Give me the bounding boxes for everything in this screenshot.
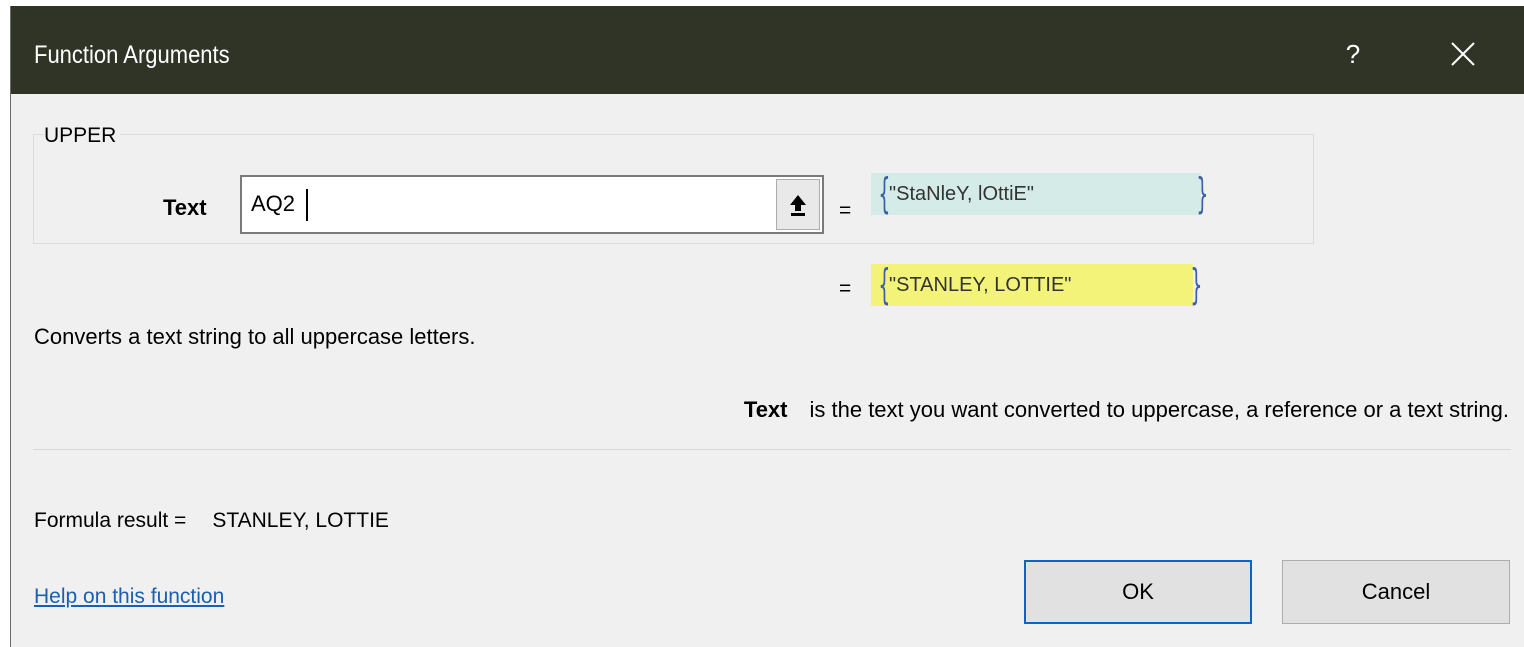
- cancel-button[interactable]: Cancel: [1282, 560, 1510, 624]
- function-name: UPPER: [44, 124, 121, 148]
- help-on-function-link[interactable]: Help on this function: [34, 584, 224, 610]
- function-arguments-dialog: Function Arguments ? UPPER Text = "StaNl…: [10, 6, 1524, 647]
- argument-evaluated-value: "StaNleY, lOttiE": [871, 173, 1201, 215]
- ok-button[interactable]: OK: [1024, 560, 1252, 624]
- dialog-title: Function Arguments: [34, 41, 230, 69]
- argument-evaluated-text: "StaNleY, lOttiE": [889, 183, 1034, 205]
- formula-result-value: STANLEY, LOTTIE: [212, 509, 389, 532]
- argument-help-text: is the text you want converted to upperc…: [809, 397, 1510, 422]
- formula-result: Formula result = STANLEY, LOTTIE: [34, 508, 389, 534]
- result-preview-value: "STANLEY, LOTTIE": [871, 264, 1193, 306]
- close-button[interactable]: [1441, 32, 1485, 76]
- title-bar[interactable]: Function Arguments ?: [11, 6, 1524, 94]
- divider: [33, 449, 1511, 450]
- result-preview-text: "STANLEY, LOTTIE": [889, 274, 1072, 296]
- text-cursor: [306, 189, 308, 221]
- collapse-dialog-icon: [790, 194, 806, 216]
- function-description: Converts a text string to all uppercase …: [34, 324, 476, 349]
- argument-equals-sign: =: [839, 199, 852, 222]
- help-button[interactable]: ?: [1331, 32, 1375, 76]
- argument-help: Text is the text you want converted to up…: [744, 397, 1509, 423]
- formula-result-label: Formula result =: [34, 509, 187, 532]
- argument-label-text: Text: [163, 195, 207, 220]
- argument-field-container: [240, 175, 824, 234]
- text-argument-input[interactable]: [251, 187, 751, 221]
- result-equals-sign: =: [839, 277, 852, 300]
- close-brace: }: [1196, 169, 1209, 218]
- open-brace: {: [878, 169, 891, 218]
- result-close-brace: }: [1190, 260, 1203, 309]
- close-icon: [1451, 42, 1475, 66]
- collapse-dialog-button[interactable]: [776, 179, 820, 230]
- argument-help-name: Text: [743, 397, 788, 422]
- result-open-brace: {: [878, 260, 891, 309]
